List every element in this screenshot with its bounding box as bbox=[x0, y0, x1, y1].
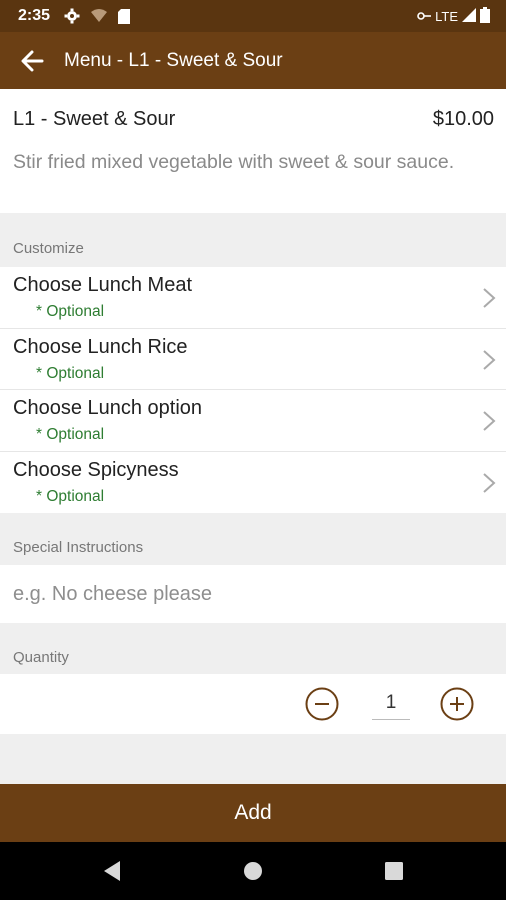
decrease-quantity-icon[interactable] bbox=[305, 687, 339, 721]
status-bar: 2:35 LTE bbox=[0, 0, 506, 32]
optional-tag: * Optional bbox=[36, 364, 105, 382]
network-type: LTE bbox=[435, 8, 458, 24]
arrow-back-icon bbox=[21, 50, 44, 71]
chevron-right-icon bbox=[483, 349, 496, 370]
back-button[interactable] bbox=[0, 32, 64, 89]
battery-icon bbox=[480, 6, 490, 26]
add-button[interactable]: Add bbox=[0, 784, 506, 842]
option-name: Choose Spicyness bbox=[13, 458, 179, 481]
app-bar: Menu - L1 - Sweet & Sour bbox=[0, 32, 506, 89]
increase-quantity-icon[interactable] bbox=[440, 687, 474, 721]
page-title: Menu - L1 - Sweet & Sour bbox=[64, 49, 283, 71]
option-name: Choose Lunch Rice bbox=[13, 335, 188, 358]
nav-back-icon[interactable] bbox=[102, 860, 122, 882]
system-nav-bar bbox=[0, 842, 506, 900]
item-price: $10.00 bbox=[432, 107, 494, 130]
chevron-right-icon bbox=[483, 288, 496, 308]
add-button-label: Add bbox=[234, 801, 272, 824]
customize-label: Customize bbox=[13, 240, 84, 257]
item-description: Stir fried mixed vegetable with sweet & … bbox=[13, 151, 455, 173]
special-instructions-label: Special Instructions bbox=[13, 539, 144, 556]
option-lunch-option[interactable]: Choose Lunch option * Optional bbox=[0, 390, 506, 452]
option-spicyness[interactable]: Choose Spicyness * Optional bbox=[0, 452, 506, 514]
chevron-right-icon bbox=[483, 411, 496, 431]
special-instructions-row bbox=[0, 565, 506, 623]
chevron-right-icon bbox=[483, 472, 496, 493]
optional-tag: * Optional bbox=[36, 303, 105, 320]
nav-home-icon[interactable] bbox=[243, 860, 263, 882]
settings-gear-icon bbox=[64, 8, 80, 24]
option-lunch-meat[interactable]: Choose Lunch Meat * Optional bbox=[0, 267, 506, 329]
nav-recents-icon[interactable] bbox=[384, 860, 404, 882]
vpn-key-icon bbox=[417, 9, 432, 24]
optional-tag: * Optional bbox=[36, 487, 105, 505]
sd-card-icon bbox=[118, 8, 131, 24]
customize-options: Choose Lunch Meat * Optional Choose Lunc… bbox=[0, 267, 506, 513]
item-header: L1 - Sweet & Sour $10.00 Stir fried mixe… bbox=[0, 89, 506, 213]
quantity-stepper: 1 bbox=[0, 674, 506, 734]
status-time: 2:35 bbox=[18, 7, 51, 24]
special-instructions-input[interactable] bbox=[13, 582, 493, 606]
item-name: L1 - Sweet & Sour bbox=[13, 107, 176, 130]
option-lunch-rice[interactable]: Choose Lunch Rice * Optional bbox=[0, 329, 506, 390]
quantity-value[interactable]: 1 bbox=[372, 688, 410, 720]
wifi-icon bbox=[90, 9, 108, 23]
optional-tag: * Optional bbox=[36, 426, 105, 443]
quantity-label: Quantity bbox=[13, 649, 69, 666]
signal-icon bbox=[462, 7, 476, 25]
option-name: Choose Lunch option bbox=[13, 397, 203, 419]
option-name: Choose Lunch Meat bbox=[13, 274, 193, 296]
